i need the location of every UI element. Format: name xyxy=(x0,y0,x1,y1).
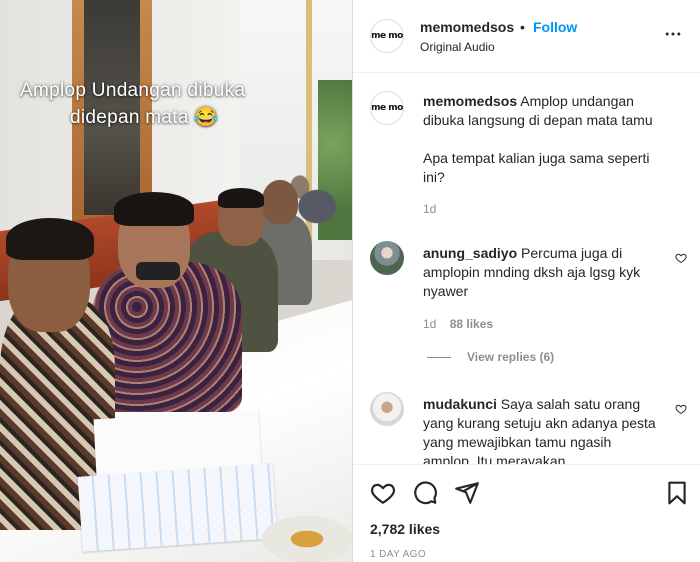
post-likes-count[interactable]: 2,782 likes xyxy=(370,521,440,537)
comment-text-block: mudakunci Saya salah satu orang yang kur… xyxy=(423,395,663,464)
comment-meta: 1d 88 likes xyxy=(423,317,493,331)
comment-icon[interactable] xyxy=(412,480,438,506)
comments-section[interactable]: me mo memomedsos Amplop undangan dibuka … xyxy=(353,74,700,464)
author-username[interactable]: memomedsos xyxy=(420,19,514,35)
more-horizontal-icon[interactable] xyxy=(663,24,683,44)
header-separator: • xyxy=(520,19,525,35)
bookmark-icon[interactable] xyxy=(664,480,690,506)
video-person-3-hair xyxy=(218,188,264,208)
post-side-panel: me mo memomedsos • Follow Original Audio… xyxy=(353,0,700,562)
author-avatar-logo: me mo xyxy=(371,30,403,41)
comment-avatar[interactable] xyxy=(370,241,404,275)
comment-username[interactable]: mudakunci xyxy=(423,396,497,412)
send-icon[interactable] xyxy=(454,480,480,506)
comment-text-block: anung_sadiyo Percuma juga di amplopin mn… xyxy=(423,244,663,301)
caption-username[interactable]: memomedsos xyxy=(423,93,517,109)
video-person-2-mask xyxy=(136,262,180,280)
follow-button[interactable]: Follow xyxy=(533,19,577,35)
comment-avatar[interactable] xyxy=(370,392,404,426)
post-video[interactable]: Amplop Undangan dibuka didepan mata 😂 xyxy=(0,0,352,562)
audio-label[interactable]: Original Audio xyxy=(420,40,495,54)
post-timestamp: 1 DAY AGO xyxy=(370,549,427,560)
post-actions: 2,782 likes 1 DAY AGO xyxy=(353,464,700,562)
video-food-plate xyxy=(262,516,352,562)
caption-avatar[interactable]: me mo xyxy=(370,91,404,125)
comment-likes[interactable]: 88 likes xyxy=(450,317,493,331)
caption-time-label: 1d xyxy=(423,202,437,216)
video-person-1-hair xyxy=(6,218,94,260)
author-avatar[interactable]: me mo xyxy=(370,19,404,53)
video-overlay-text-line1: Amplop Undangan dibuka xyxy=(20,80,246,101)
caption-text-line2: Apa tempat kalian juga sama seperti ini? xyxy=(423,150,650,185)
comment-username[interactable]: anung_sadiyo xyxy=(423,245,517,261)
comment-time: 1d xyxy=(423,317,437,331)
caption-text-block: memomedsos Amplop undangan dibuka langsu… xyxy=(423,92,663,130)
post-header: me mo memomedsos • Follow Original Audio xyxy=(353,0,700,73)
caption-text-line2-block: Apa tempat kalian juga sama seperti ini? xyxy=(423,149,663,187)
view-replies-button[interactable]: View replies (6) xyxy=(427,350,554,364)
video-guest-book xyxy=(77,463,278,552)
comment-like-heart-icon[interactable] xyxy=(675,252,687,264)
replies-line xyxy=(427,357,451,359)
comment-like-heart-icon[interactable] xyxy=(675,403,687,415)
view-replies-label: View replies (6) xyxy=(467,350,555,364)
video-overlay-text-line2: didepan mata 😂 xyxy=(70,107,219,128)
video-person-4-head xyxy=(262,180,298,224)
heart-icon[interactable] xyxy=(370,480,396,506)
caption-time: 1d xyxy=(423,202,436,216)
caption-avatar-logo: me mo xyxy=(371,102,403,113)
video-person-2-hair xyxy=(114,192,194,226)
